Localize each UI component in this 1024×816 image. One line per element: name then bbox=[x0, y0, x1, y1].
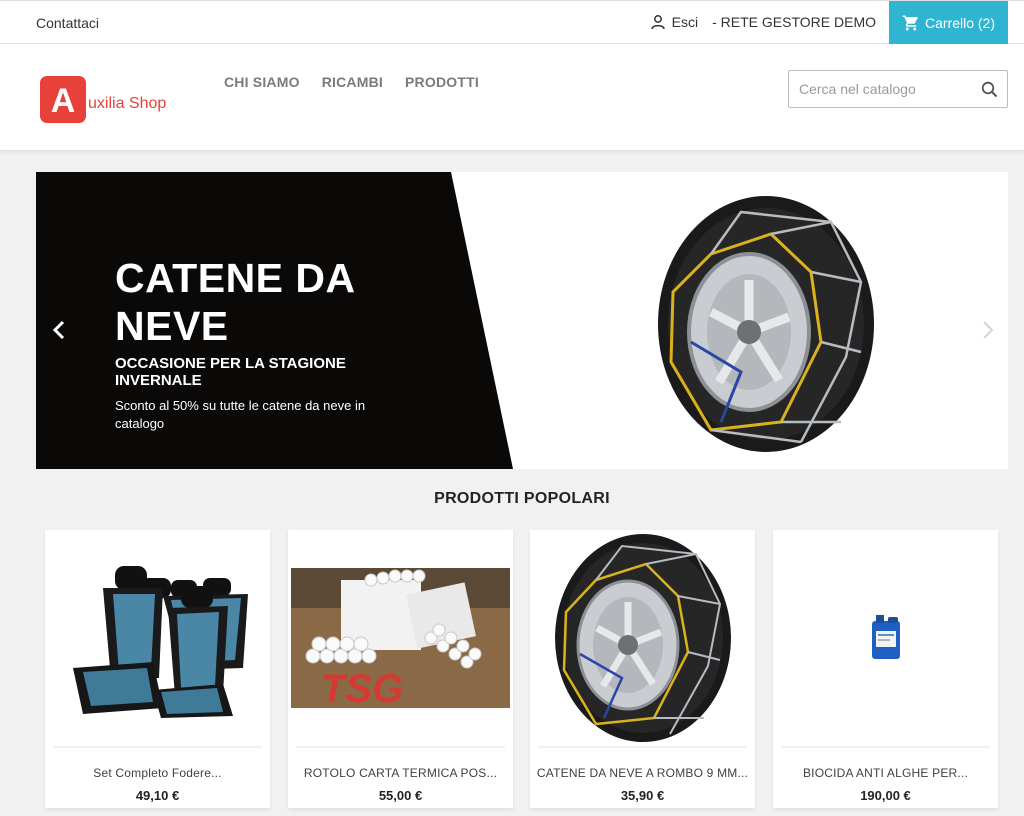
product-name[interactable]: BIOCIDA ANTI ALGHE PER... bbox=[773, 766, 998, 780]
user-box: Esci - RETE GESTORE DEMO bbox=[650, 14, 876, 30]
section-title: PRODOTTI POPOLARI bbox=[434, 490, 610, 507]
cart-label: Carrello (2) bbox=[924, 14, 995, 31]
svg-text:TSG: TSG bbox=[321, 667, 403, 708]
card-divider bbox=[538, 746, 747, 749]
logo-a-icon: A bbox=[51, 82, 76, 118]
product-card[interactable]: BIOCIDA ANTI ALGHE PER... 190,00 € bbox=[773, 530, 998, 808]
product-card[interactable]: CATENE DA NEVE A ROMBO 9 MM... 35,90 € bbox=[530, 530, 755, 808]
product-name[interactable]: ROTOLO CARTA TERMICA POS... bbox=[288, 766, 513, 780]
snow-chains-image bbox=[554, 534, 731, 742]
product-card[interactable]: TSG ROTOLO CARTA TERMICA POS... 55,00 € bbox=[288, 530, 513, 808]
contact-link[interactable]: Contattaci bbox=[36, 15, 99, 31]
product-image[interactable] bbox=[773, 530, 998, 746]
carousel-next-icon[interactable] bbox=[980, 318, 996, 342]
svg-text:A: A bbox=[51, 82, 76, 118]
site-header: A uxilia Shop CHI SIAMO RICAMBI PRODOTTI bbox=[0, 44, 1024, 151]
product-price: 55,00 € bbox=[378, 788, 423, 803]
nav-item-ricambi[interactable]: RICAMBI bbox=[322, 74, 383, 90]
product-image[interactable]: TSG bbox=[288, 530, 513, 746]
carousel-prev-icon[interactable] bbox=[51, 318, 67, 342]
logo[interactable]: A uxilia Shop bbox=[40, 76, 166, 123]
main-nav: CHI SIAMO RICAMBI PRODOTTI bbox=[224, 74, 479, 90]
nav-item-prodotti[interactable]: PRODOTTI bbox=[405, 74, 479, 90]
product-price: 35,90 € bbox=[620, 788, 665, 803]
search-icon[interactable] bbox=[981, 81, 998, 98]
product-image[interactable] bbox=[530, 530, 755, 746]
search-input[interactable] bbox=[789, 71, 969, 107]
nav-item-chi-siamo[interactable]: CHI SIAMO bbox=[224, 74, 300, 90]
thermal-paper-rolls-image: TSG bbox=[291, 568, 510, 708]
user-icon bbox=[650, 15, 665, 30]
seat-covers-image bbox=[72, 566, 248, 718]
banner-subtitle: OCCASIONE PER LA STAGIONE INVERNALE bbox=[115, 355, 346, 389]
product-price: 190,00 € bbox=[860, 788, 911, 803]
logout-link[interactable]: Esci bbox=[672, 14, 698, 30]
product-card[interactable]: Set Completo Fodere... 49,10 € bbox=[45, 530, 270, 808]
card-divider bbox=[296, 746, 505, 749]
product-name[interactable]: Set Completo Fodere... bbox=[45, 766, 270, 780]
cart-icon bbox=[902, 15, 918, 30]
card-divider bbox=[781, 746, 990, 749]
top-bar: Contattaci Esci - RETE GESTORE DEMO Carr… bbox=[0, 0, 1024, 44]
banner-title: CATENE DA NEVE bbox=[115, 255, 355, 349]
banner-description: Sconto al 50% su tutte le catene da neve… bbox=[115, 398, 366, 431]
snow-chain-wheel-image bbox=[658, 196, 874, 452]
account-name-link[interactable]: - RETE GESTORE DEMO bbox=[712, 14, 876, 30]
card-divider bbox=[53, 746, 262, 749]
search-box bbox=[788, 70, 1008, 108]
logo-text: uxilia Shop bbox=[88, 94, 167, 112]
cart-button[interactable]: Carrello (2) bbox=[889, 1, 1008, 44]
logo-mark: A bbox=[40, 76, 86, 123]
biocide-canister-image bbox=[871, 615, 900, 659]
product-price: 49,10 € bbox=[135, 788, 180, 803]
product-name[interactable]: CATENE DA NEVE A ROMBO 9 MM... bbox=[530, 766, 755, 780]
hero-carousel: CATENE DA NEVE OCCASIONE PER LA STAGIONE… bbox=[36, 172, 1008, 469]
product-image[interactable] bbox=[45, 530, 270, 746]
